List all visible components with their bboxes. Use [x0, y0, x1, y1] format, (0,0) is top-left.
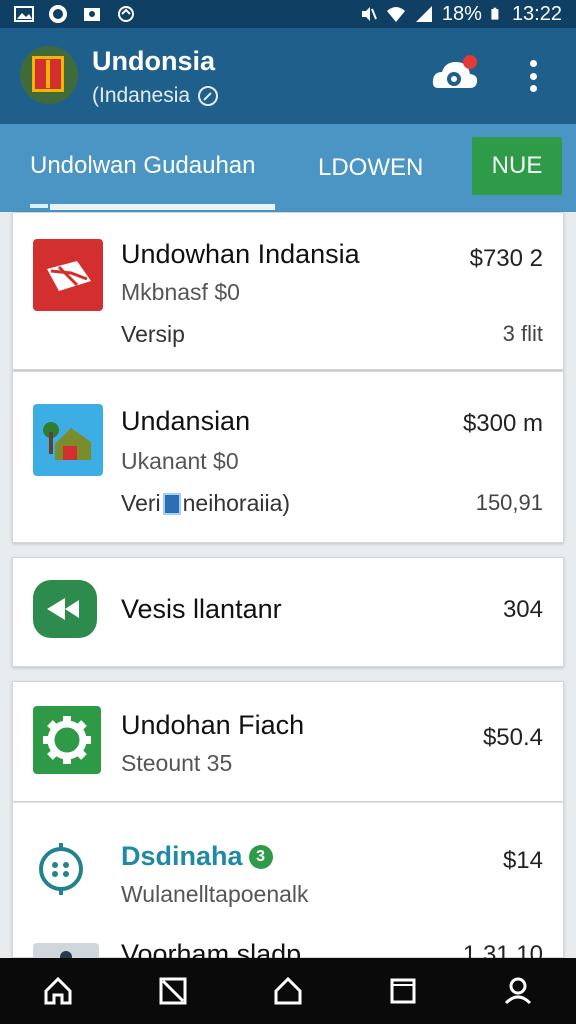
item-title: Undansian	[121, 406, 251, 436]
flag-pole	[46, 60, 50, 88]
list-item[interactable]: Undohan Fiach Steount 35 $50.4	[12, 681, 564, 802]
home-icon[interactable]	[38, 971, 78, 1011]
more-dot	[529, 85, 537, 92]
item-price: $730 2	[469, 245, 543, 272]
edit-pencil-icon[interactable]	[198, 86, 219, 106]
square-icon[interactable]	[383, 971, 423, 1011]
cloud-sync-icon[interactable]	[430, 54, 480, 96]
item-subtitle: Ukanant $0	[121, 448, 239, 474]
gallery-icon	[14, 6, 34, 22]
item-meta: 3 flit	[502, 321, 543, 346]
item-version-prefix: Veri	[121, 490, 161, 516]
account-icon[interactable]	[498, 971, 538, 1011]
item-version: Versip	[121, 321, 185, 347]
slash-square-icon[interactable]	[153, 971, 193, 1011]
item-title-row: Dsdinaha 3	[121, 841, 273, 872]
item-subtitle: Steount 35	[121, 750, 233, 776]
item-title: Dsdinaha	[121, 841, 243, 871]
battery-icon	[491, 7, 499, 20]
item-price: $14	[502, 847, 543, 874]
item-price: $300 m	[462, 410, 543, 437]
list-item[interactable]: Undowhan Indansia Mkbnasf $0 Versip $730…	[12, 212, 564, 370]
clock-time: 13:22	[511, 2, 562, 25]
gear-icon	[33, 706, 101, 774]
more-dot	[529, 60, 537, 67]
app-subtitle-row: (Indanesia	[92, 84, 219, 108]
dial-clock-icon	[33, 841, 89, 897]
item-title: Vesis llantanr	[121, 594, 282, 624]
fish-icon	[33, 580, 97, 638]
item-version-suffix: neihoraiia)	[182, 490, 291, 516]
badge-count: 3	[248, 844, 273, 869]
app-title: Undonsia	[92, 46, 216, 76]
signal-icon	[415, 6, 432, 22]
flag-logo-icon[interactable]	[20, 46, 78, 104]
list-item[interactable]: Vesis llantanr 304	[12, 557, 564, 667]
battery-percent: 18%	[441, 2, 482, 25]
item-title: Undowhan Indansia	[121, 239, 360, 269]
more-dot	[529, 72, 537, 80]
document-icon	[162, 492, 181, 515]
item-version-row: Veri neihoraiia)	[121, 490, 290, 517]
list-item[interactable]: Undansian Ukanant $0 Veri neihoraiia) $3…	[12, 371, 564, 543]
app-screen: 18% 13:22 Undonsia (Indanesia Undolwan G…	[0, 0, 576, 1024]
tab-undolwan[interactable]: Undolwan Gudauhan	[30, 152, 256, 180]
sync-icon	[118, 6, 134, 22]
nue-button[interactable]: NUE	[472, 137, 562, 195]
list-item[interactable]: Dsdinaha 3 Wulanelltapoenalk $14 Voorham…	[12, 802, 564, 969]
item-price: $50.4	[482, 724, 543, 751]
camera-icon	[84, 8, 100, 21]
item-meta: 150,91	[475, 490, 543, 515]
mail-envelope-icon	[33, 239, 103, 311]
item-subtitle: Wulanelltapoenalk	[121, 881, 309, 907]
mute-icon	[361, 7, 377, 21]
status-bar: 18% 13:22	[0, 0, 576, 28]
item-price: 304	[502, 596, 543, 623]
home-outline-icon[interactable]	[268, 971, 308, 1011]
house-landmark-icon	[33, 404, 103, 476]
more-vert-icon[interactable]	[520, 56, 546, 96]
item-title: Undohan Fiach	[121, 710, 305, 740]
status-right-icons: 18% 13:22	[358, 3, 562, 26]
wifi-icon	[386, 7, 405, 22]
navigation-bar	[0, 958, 576, 1024]
active-tab-indicator	[50, 204, 275, 210]
app-subtitle: (Indanesia	[92, 84, 191, 107]
app-bar: Undonsia (Indanesia	[0, 28, 576, 124]
circle-icon	[49, 5, 67, 23]
tab-indicator-stub	[30, 204, 48, 208]
item-subtitle: Mkbnasf $0	[121, 279, 240, 305]
tab-bar: Undolwan Gudauhan LDOWEN NUE	[0, 124, 576, 212]
tab-ldowen[interactable]: LDOWEN	[318, 154, 423, 182]
status-left-icons	[14, 5, 136, 23]
